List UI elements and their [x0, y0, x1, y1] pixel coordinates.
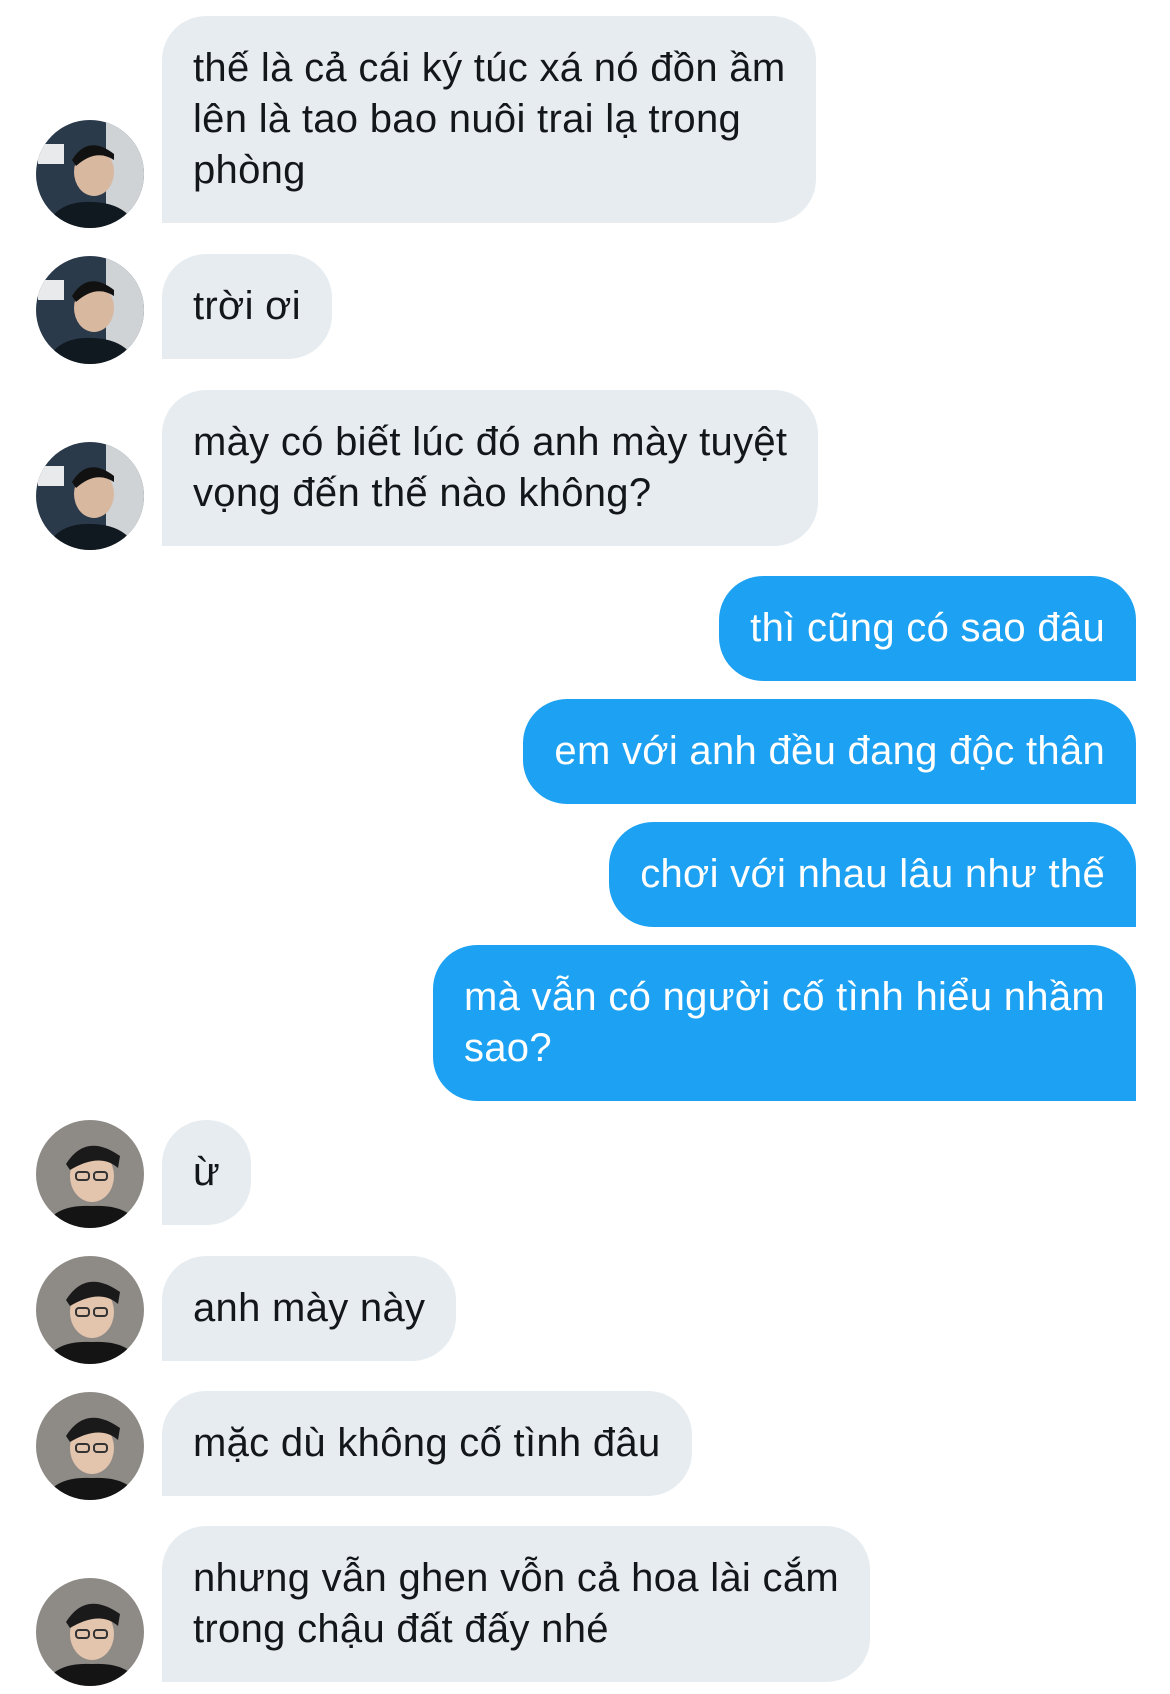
user-avatar-a-icon — [36, 442, 144, 550]
user-avatar-b-icon — [36, 1392, 144, 1500]
user-avatar-a-icon — [36, 256, 144, 364]
user-avatar-a-icon — [36, 120, 144, 228]
message-bubble-incoming[interactable]: mặc dù không cố tình đâu — [162, 1391, 692, 1496]
avatar[interactable] — [36, 1120, 144, 1228]
avatar[interactable] — [36, 1256, 144, 1364]
avatar[interactable] — [36, 1392, 144, 1500]
message-bubble-incoming[interactable]: ừ — [162, 1120, 252, 1225]
message-bubble-incoming[interactable]: anh mày này — [162, 1256, 457, 1361]
avatar[interactable] — [36, 1578, 144, 1686]
message-bubble-outgoing[interactable]: thì cũng có sao đâu — [719, 576, 1136, 681]
user-avatar-b-icon — [36, 1120, 144, 1228]
user-avatar-b-icon — [36, 1578, 144, 1686]
message-bubble-incoming[interactable]: mày có biết lúc đó anh mày tuyệt vọng đế… — [162, 390, 819, 546]
message-bubble-incoming[interactable]: nhưng vẫn ghen vỗn cả hoa lài cắm trong … — [162, 1526, 870, 1682]
avatar[interactable] — [36, 120, 144, 228]
message-bubble-incoming[interactable]: trời ơi — [162, 254, 332, 359]
avatar[interactable] — [36, 442, 144, 550]
message-bubble-incoming[interactable]: thế là cả cái ký túc xá nó đồn ầm lên là… — [162, 16, 817, 223]
message-bubble-outgoing[interactable]: em với anh đều đang độc thân — [523, 699, 1136, 804]
message-bubble-outgoing[interactable]: chơi với nhau lâu như thế — [609, 822, 1136, 927]
user-avatar-b-icon — [36, 1256, 144, 1364]
message-bubble-outgoing[interactable]: mà vẫn có người cố tình hiểu nhầm sao? — [432, 945, 1136, 1101]
avatar[interactable] — [36, 256, 144, 364]
